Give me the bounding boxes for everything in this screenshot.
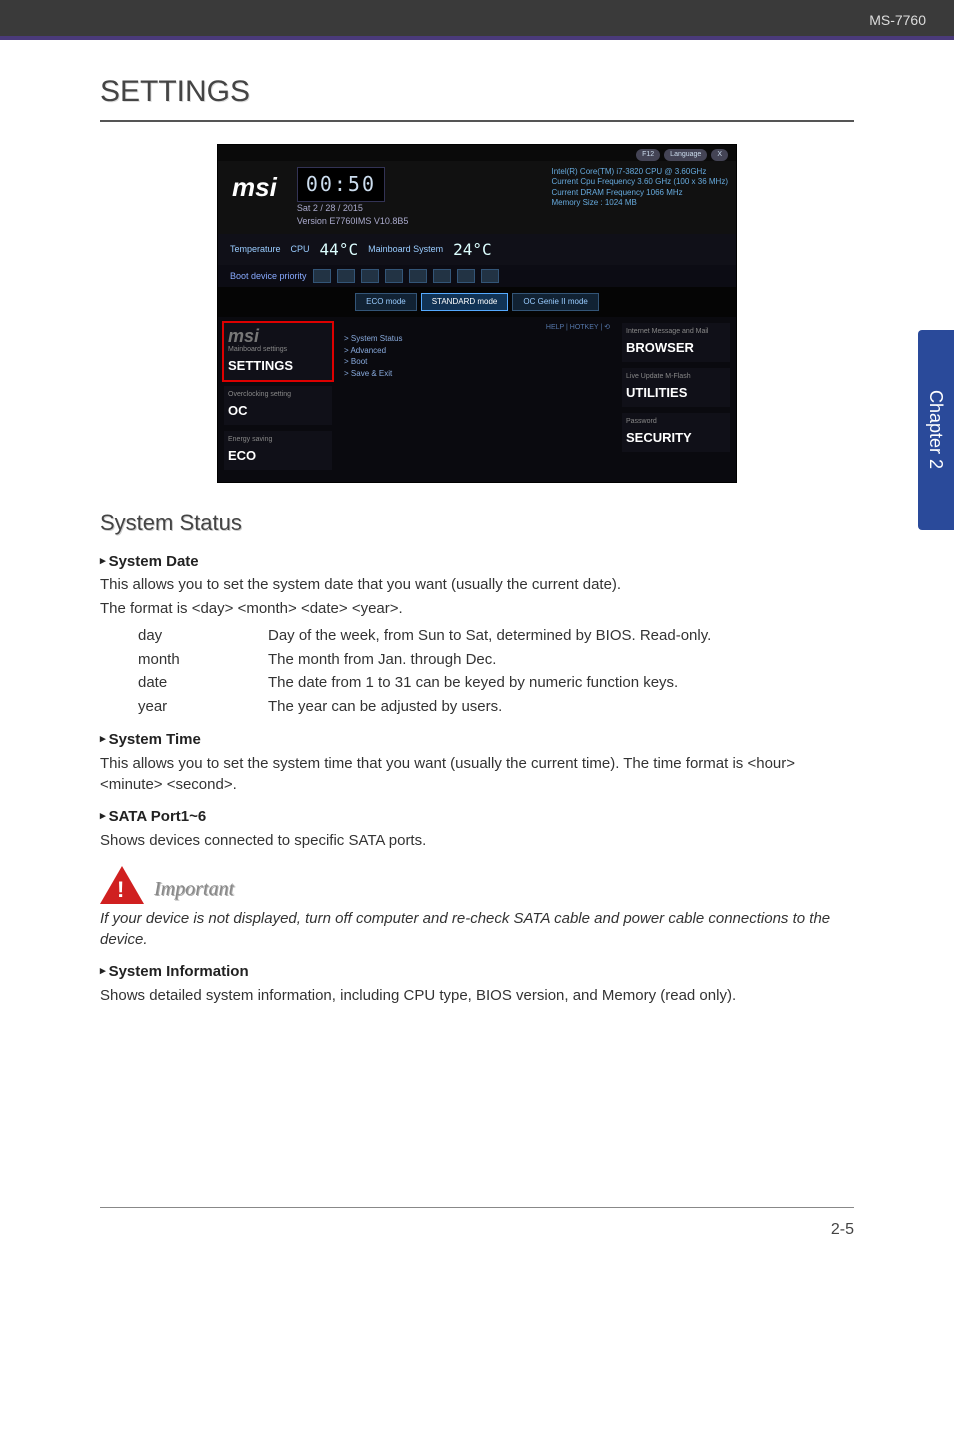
menu-advanced[interactable]: Advanced <box>344 345 610 357</box>
bios-screenshot: F12 Language X msi 00:50 Sat 2 / 28 / 20… <box>217 144 737 483</box>
menu-save-exit[interactable]: Save & Exit <box>344 368 610 380</box>
system-info-desc: Shows detailed system information, inclu… <box>100 985 854 1007</box>
boot-device-icon[interactable] <box>337 269 355 283</box>
system-time-heading: System Time <box>100 729 854 751</box>
important-note: If your device is not displayed, turn of… <box>100 908 854 952</box>
date-line: Sat 2 / 28 / 2015 <box>297 202 538 215</box>
boot-priority-label: Boot device priority <box>230 270 307 283</box>
page-number: 2-5 <box>100 1208 854 1241</box>
header-bar: MS-7760 <box>0 0 954 36</box>
standard-mode-button[interactable]: STANDARD mode <box>421 293 509 311</box>
clock-display: 00:50 <box>297 167 385 202</box>
tile-browser[interactable]: Internet Message and Mail BROWSER <box>622 323 730 362</box>
menu-system-status[interactable]: System Status <box>344 333 610 345</box>
section-heading: System Status <box>100 507 854 539</box>
boot-device-icon[interactable] <box>361 269 379 283</box>
sata-desc: Shows devices connected to specific SATA… <box>100 830 854 852</box>
boot-device-icon[interactable] <box>313 269 331 283</box>
page-title: SETTINGS <box>100 70 854 122</box>
ocgenie-mode-button[interactable]: OC Genie II mode <box>512 293 598 311</box>
version-line: Version E7760IMS V10.8B5 <box>297 215 538 228</box>
mainboard-temp: 24°C <box>453 238 492 261</box>
system-info-heading: System Information <box>100 961 854 983</box>
cpu-label: CPU <box>291 243 310 256</box>
important-label: Important <box>154 875 234 904</box>
mem-line: Memory Size : 1024 MB <box>551 198 728 208</box>
boot-device-icon[interactable] <box>385 269 403 283</box>
eco-mode-button[interactable]: ECO mode <box>355 293 417 311</box>
system-date-heading: System Date <box>100 551 854 573</box>
system-time-desc: This allows you to set the system time t… <box>100 753 854 797</box>
sata-heading: SATA Port1~6 <box>100 806 854 828</box>
tile-oc[interactable]: Overclocking setting OC <box>224 386 332 425</box>
tile-utilities[interactable]: Live Update M-Flash UTILITIES <box>622 368 730 407</box>
menu-boot[interactable]: Boot <box>344 356 610 368</box>
dram-line: Current DRAM Frequency 1066 MHz <box>551 188 728 198</box>
table-row: yearThe year can be adjusted by users. <box>138 695 711 719</box>
table-row: dayDay of the week, from Sun to Sat, det… <box>138 624 711 648</box>
tile-security[interactable]: Password SECURITY <box>622 413 730 452</box>
model-number: MS-7760 <box>869 12 926 28</box>
close-pill[interactable]: X <box>711 149 728 161</box>
boot-device-icon[interactable] <box>433 269 451 283</box>
language-pill[interactable]: Language <box>664 149 707 161</box>
temperature-label: Temperature <box>230 243 281 256</box>
help-hotkey-label: HELP | HOTKEY | ⟲ <box>344 323 610 333</box>
warning-icon <box>100 866 144 904</box>
boot-device-icon[interactable] <box>481 269 499 283</box>
boot-device-icon[interactable] <box>409 269 427 283</box>
mainboard-label: Mainboard System <box>368 243 443 256</box>
tile-eco[interactable]: Energy saving ECO <box>224 431 332 470</box>
cpu-temp: 44°C <box>320 238 359 261</box>
table-row: monthThe month from Jan. through Dec. <box>138 648 711 672</box>
system-date-desc1: This allows you to set the system date t… <box>100 574 854 596</box>
msi-logo: msi <box>218 161 291 234</box>
table-row: dateThe date from 1 to 31 can be keyed b… <box>138 671 711 695</box>
freq-line: Current Cpu Frequency 3.60 GHz (100 x 36… <box>551 177 728 187</box>
boot-device-icon[interactable] <box>457 269 475 283</box>
tile-settings[interactable]: msi Mainboard settings SETTINGS <box>224 323 332 380</box>
cpu-line: Intel(R) Core(TM) i7-3820 CPU @ 3.60GHz <box>551 167 728 177</box>
system-date-table: dayDay of the week, from Sun to Sat, det… <box>138 624 711 719</box>
chapter-tab: Chapter 2 <box>918 330 954 530</box>
f12-pill[interactable]: F12 <box>636 149 660 161</box>
system-date-desc2: The format is <day> <month> <date> <year… <box>100 598 854 620</box>
